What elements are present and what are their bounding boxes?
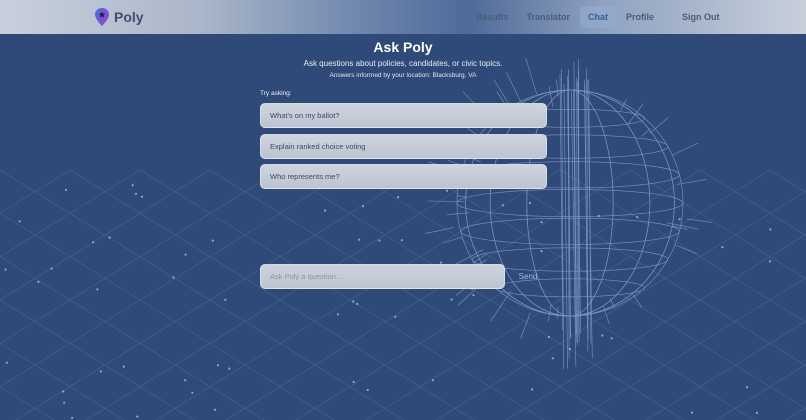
nav-links: Results Translator Chat Profile Sign Out bbox=[468, 6, 728, 28]
suggestion-ranked-choice-button[interactable]: Explain ranked choice voting bbox=[260, 134, 547, 159]
top-navbar: Poly Results Translator Chat Profile Sig… bbox=[0, 0, 806, 34]
page-subtitle: Ask questions about policies, candidates… bbox=[303, 59, 503, 68]
map-pin-icon bbox=[95, 8, 109, 26]
brand-name: Poly bbox=[114, 9, 144, 25]
send-button[interactable]: Send bbox=[512, 266, 544, 286]
page-title: Ask Poly bbox=[373, 39, 433, 55]
location-note: Answers informed by your location: Black… bbox=[329, 72, 477, 79]
nav-chat[interactable]: Chat bbox=[580, 6, 617, 28]
nav-translator[interactable]: Translator bbox=[519, 6, 579, 28]
try-asking-label: Try asking: bbox=[260, 90, 292, 97]
nav-sign-out[interactable]: Sign Out bbox=[674, 6, 728, 28]
suggestion-representatives-button[interactable]: Who represents me? bbox=[260, 164, 547, 189]
nav-profile[interactable]: Profile bbox=[618, 6, 662, 28]
ask-question-input[interactable] bbox=[260, 264, 505, 289]
suggestion-ballot-button[interactable]: What's on my ballot? bbox=[260, 103, 547, 128]
nav-results[interactable]: Results bbox=[468, 6, 517, 28]
brand-logo[interactable]: Poly bbox=[94, 7, 144, 27]
